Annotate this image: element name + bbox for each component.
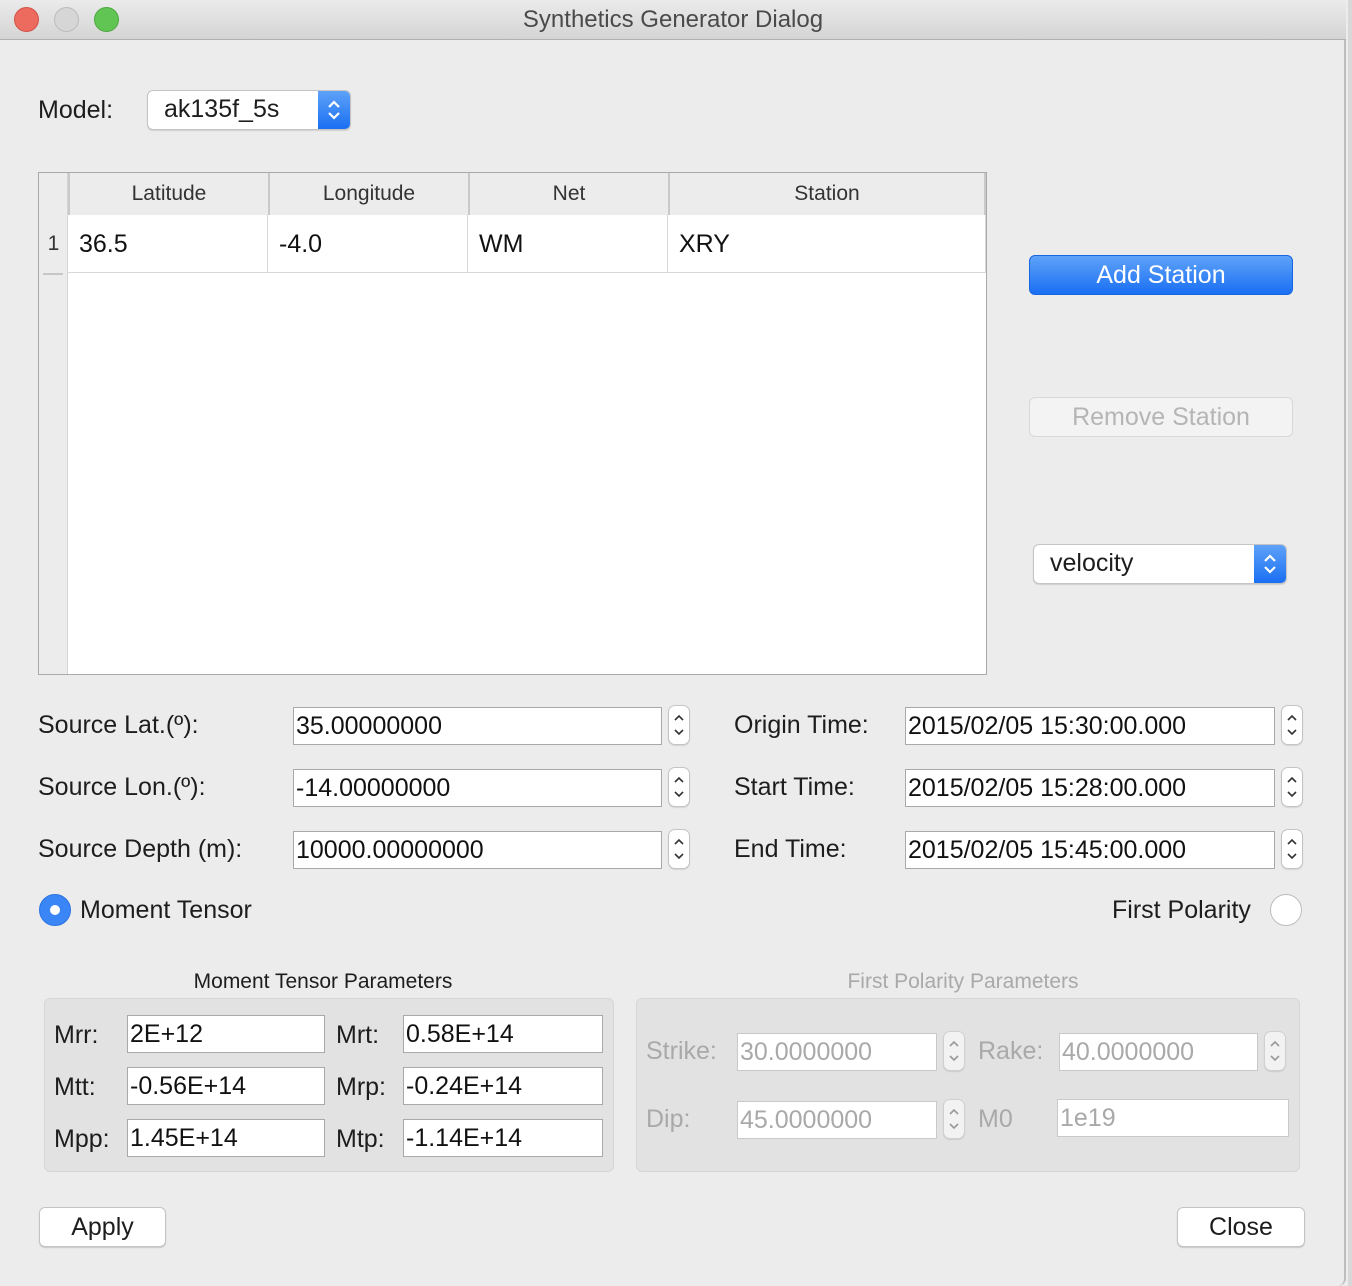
start-time-input[interactable]: 2015/02/05 15:28:00.000 — [905, 769, 1275, 807]
mrt-input[interactable]: 0.58E+14 — [403, 1015, 603, 1053]
source-lat-input[interactable]: 35.00000000 — [293, 707, 662, 745]
first-polarity-label[interactable]: First Polarity — [1112, 896, 1251, 925]
source-depth-input[interactable]: 10000.00000000 — [293, 831, 662, 869]
chevron-up-down-icon — [318, 91, 350, 129]
source-lon-stepper[interactable] — [668, 767, 690, 807]
mrp-input[interactable]: -0.24E+14 — [403, 1067, 603, 1105]
stepper-arrows-icon — [1270, 1040, 1280, 1062]
column-header-station[interactable]: Station — [668, 173, 986, 215]
source-lon-label: Source Lon.(º): — [38, 773, 206, 801]
background-window-edge — [1348, 0, 1352, 1286]
row-number: 1 — [47, 232, 60, 255]
chevron-up-down-icon — [1254, 545, 1286, 583]
source-lat-label: Source Lat.(º): — [38, 711, 199, 739]
stepper-arrows-icon — [949, 1040, 959, 1062]
dip-stepper[interactable] — [943, 1099, 965, 1139]
dialog-window: Synthetics Generator Dialog Model: ak135… — [0, 0, 1346, 1286]
mrp-label: Mrp: — [336, 1073, 386, 1101]
title-bar: Synthetics Generator Dialog — [0, 0, 1346, 40]
start-time-stepper[interactable] — [1281, 767, 1303, 807]
mrr-label: Mrr: — [54, 1021, 99, 1049]
mtt-label: Mtt: — [54, 1073, 96, 1101]
cell-latitude[interactable]: 36.5 — [68, 215, 268, 273]
mrt-label: Mrt: — [336, 1021, 380, 1049]
source-depth-label: Source Depth (m): — [38, 835, 243, 863]
source-lat-stepper[interactable] — [668, 705, 690, 745]
strike-input[interactable]: 30.0000000 — [737, 1033, 937, 1071]
model-select-value: ak135f_5s — [164, 95, 280, 123]
column-header-longitude[interactable]: Longitude — [268, 173, 468, 215]
m0-label: M0 — [978, 1105, 1013, 1133]
cell-net[interactable]: WM — [468, 215, 668, 273]
column-header-latitude[interactable]: Latitude — [68, 173, 268, 215]
mtp-label: Mtp: — [336, 1125, 385, 1153]
close-button[interactable]: Close — [1177, 1207, 1305, 1247]
start-time-label: Start Time: — [734, 773, 855, 801]
rake-input[interactable]: 40.0000000 — [1059, 1033, 1258, 1071]
end-time-input[interactable]: 2015/02/05 15:45:00.000 — [905, 831, 1275, 869]
model-label: Model: — [38, 96, 114, 124]
rake-stepper[interactable] — [1264, 1031, 1286, 1071]
source-lon-input[interactable]: -14.00000000 — [293, 769, 662, 807]
stepper-arrows-icon — [674, 714, 684, 736]
stepper-arrows-icon — [674, 776, 684, 798]
stepper-arrows-icon — [1287, 714, 1297, 736]
apply-button[interactable]: Apply — [39, 1207, 166, 1247]
stepper-arrows-icon — [1287, 776, 1297, 798]
mtp-input[interactable]: -1.14E+14 — [403, 1119, 603, 1157]
first-polarity-params-group — [636, 998, 1300, 1172]
stepper-arrows-icon — [674, 838, 684, 860]
cell-longitude[interactable]: -4.0 — [268, 215, 468, 273]
mpp-input[interactable]: 1.45E+14 — [127, 1119, 325, 1157]
remove-station-button[interactable]: Remove Station — [1029, 397, 1293, 437]
stations-table[interactable]: Latitude Longitude Net Station 1 36.5 -4… — [38, 172, 987, 675]
first-polarity-radio[interactable] — [1270, 894, 1302, 926]
stepper-arrows-icon — [1287, 838, 1297, 860]
origin-time-label: Origin Time: — [734, 711, 869, 739]
dip-label: Dip: — [646, 1105, 691, 1133]
mpp-label: Mpp: — [54, 1125, 110, 1153]
cell-station[interactable]: XRY — [668, 215, 986, 273]
output-type-select[interactable]: velocity — [1033, 544, 1287, 584]
output-type-value: velocity — [1050, 549, 1134, 577]
end-time-label: End Time: — [734, 835, 847, 863]
mtt-input[interactable]: -0.56E+14 — [127, 1067, 325, 1105]
moment-tensor-params-title: Moment Tensor Parameters — [193, 970, 453, 993]
origin-time-input[interactable]: 2015/02/05 15:30:00.000 — [905, 707, 1275, 745]
first-polarity-params-title: First Polarity Parameters — [847, 970, 1079, 993]
end-time-stepper[interactable] — [1281, 829, 1303, 869]
origin-time-stepper[interactable] — [1281, 705, 1303, 745]
dip-input[interactable]: 45.0000000 — [737, 1101, 937, 1139]
stepper-arrows-icon — [949, 1108, 959, 1130]
mrr-input[interactable]: 2E+12 — [127, 1015, 325, 1053]
table-header: Latitude Longitude Net Station — [68, 173, 986, 215]
window-title: Synthetics Generator Dialog — [522, 6, 824, 33]
source-depth-stepper[interactable] — [668, 829, 690, 869]
m0-input[interactable]: 1e19 — [1057, 1099, 1289, 1137]
moment-tensor-label[interactable]: Moment Tensor — [80, 896, 252, 925]
rake-label: Rake: — [978, 1037, 1044, 1065]
add-station-button[interactable]: Add Station — [1029, 255, 1293, 295]
model-select[interactable]: ak135f_5s — [147, 90, 351, 130]
moment-tensor-radio[interactable] — [39, 894, 71, 926]
strike-label: Strike: — [646, 1037, 717, 1065]
row-divider — [43, 273, 63, 275]
column-header-net[interactable]: Net — [468, 173, 668, 215]
strike-stepper[interactable] — [943, 1031, 965, 1071]
